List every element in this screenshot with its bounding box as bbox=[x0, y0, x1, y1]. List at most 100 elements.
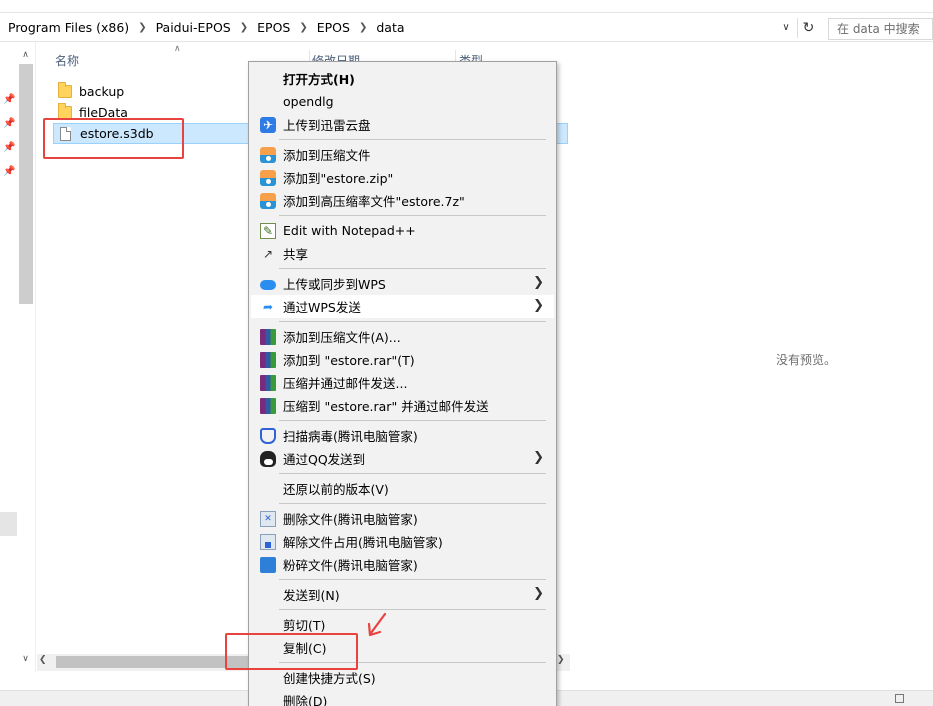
menu-item-label: 创建快捷方式(S) bbox=[283, 671, 376, 686]
menu-item-label: 删除文件(腾讯电脑管家) bbox=[283, 512, 418, 527]
menu-item-virus-scan[interactable]: 扫描病毒(腾讯电脑管家) bbox=[251, 424, 554, 447]
share-icon: ↗ bbox=[262, 247, 274, 261]
wps-cloud-icon bbox=[260, 276, 276, 292]
menu-separator bbox=[279, 579, 546, 580]
menu-item-send-qq[interactable]: 通过QQ发送到 ❯ bbox=[251, 447, 554, 470]
scroll-down-icon[interactable]: ∨ bbox=[17, 654, 34, 668]
menu-item-label: 压缩并通过邮件发送... bbox=[283, 376, 408, 391]
winrar-icon bbox=[260, 375, 276, 391]
notepad-icon: ✎ bbox=[260, 223, 276, 239]
chevron-right-icon: ❯ bbox=[533, 275, 544, 290]
scroll-right-icon[interactable]: ❯ bbox=[557, 655, 565, 665]
breadcrumb-epos-2[interactable]: EPOS bbox=[315, 20, 352, 35]
menu-item-open-with[interactable]: 打开方式(H) bbox=[251, 67, 554, 90]
menu-item-label: 打开方式(H) bbox=[283, 72, 355, 87]
pin-icon[interactable]: 📌 bbox=[3, 94, 15, 106]
pin-icon[interactable]: 📌 bbox=[3, 118, 15, 130]
menu-separator bbox=[279, 321, 546, 322]
menu-item-add-estore-zip[interactable]: 添加到"estore.zip" bbox=[251, 166, 554, 189]
address-bar[interactable]: Program Files (x86) ❯ Paidui-EPOS ❯ EPOS… bbox=[0, 14, 933, 42]
navigation-pane[interactable]: ∧ 📌 📌 📌 📌 ∨ bbox=[0, 42, 36, 672]
menu-item-rar-estore[interactable]: 添加到 "estore.rar"(T) bbox=[251, 348, 554, 371]
menu-item-send-to[interactable]: 发送到(N) ❯ bbox=[251, 583, 554, 606]
menu-item-label: 剪切(T) bbox=[283, 618, 326, 633]
menu-item-xunlei-upload[interactable]: ✈ 上传到迅雷云盘 bbox=[251, 113, 554, 136]
menu-separator bbox=[279, 268, 546, 269]
menu-item-opendlg[interactable]: opendlg bbox=[251, 90, 554, 113]
menu-item-rar-estore-email[interactable]: 压缩到 "estore.rar" 并通过邮件发送 bbox=[251, 394, 554, 417]
menu-item-label: 通过WPS发送 bbox=[283, 300, 361, 315]
menu-separator bbox=[279, 215, 546, 216]
wps-send-icon: ➦ bbox=[262, 300, 274, 314]
menu-item-delete[interactable]: 删除(D) bbox=[251, 689, 554, 706]
menu-item-label: 删除(D) bbox=[283, 694, 328, 706]
scroll-up-icon[interactable]: ∧ bbox=[17, 50, 34, 64]
winrar-icon bbox=[260, 398, 276, 414]
chevron-right-icon[interactable]: ❯ bbox=[233, 22, 255, 33]
zip-icon bbox=[260, 147, 276, 163]
menu-item-add-zip[interactable]: 添加到压缩文件 bbox=[251, 143, 554, 166]
file-name: backup bbox=[79, 84, 125, 99]
menu-item-tencent-delete[interactable]: 删除文件(腾讯电脑管家) bbox=[251, 507, 554, 530]
tencent-unlock-icon bbox=[260, 534, 276, 550]
menu-separator bbox=[279, 420, 546, 421]
refresh-icon[interactable]: ↻ bbox=[797, 18, 819, 38]
menu-item-tencent-unlock[interactable]: 解除文件占用(腾讯电脑管家) bbox=[251, 530, 554, 553]
menu-item-label: 上传到迅雷云盘 bbox=[283, 118, 371, 133]
tencent-shred-icon bbox=[260, 557, 276, 573]
column-header-name[interactable]: 名称 bbox=[55, 52, 79, 72]
chevron-right-icon[interactable]: ❯ bbox=[352, 22, 374, 33]
menu-item-add-estore-7z[interactable]: 添加到高压缩率文件"estore.7z" bbox=[251, 189, 554, 212]
context-menu[interactable]: 打开方式(H) opendlg ✈ 上传到迅雷云盘 添加到压缩文件 添加到"es… bbox=[248, 61, 557, 706]
menu-item-label: 粉碎文件(腾讯电脑管家) bbox=[283, 558, 418, 573]
menu-item-label: 解除文件占用(腾讯电脑管家) bbox=[283, 535, 443, 550]
chevron-right-icon: ❯ bbox=[533, 586, 544, 601]
winrar-icon bbox=[260, 329, 276, 345]
tencent-delete-icon bbox=[260, 511, 276, 527]
menu-separator bbox=[279, 503, 546, 504]
preview-pane: 没有预览。 bbox=[571, 42, 933, 672]
menu-item-label: 共享 bbox=[283, 247, 309, 262]
scroll-left-icon[interactable]: ❮ bbox=[39, 655, 47, 665]
chevron-right-icon[interactable]: ❯ bbox=[292, 22, 314, 33]
menu-item-tencent-shred[interactable]: 粉碎文件(腾讯电脑管家) bbox=[251, 553, 554, 576]
chevron-right-icon: ❯ bbox=[533, 298, 544, 313]
address-history-dropdown-icon[interactable]: ∨ bbox=[779, 20, 793, 36]
winrar-icon bbox=[260, 352, 276, 368]
annotation-arrow-icon bbox=[367, 612, 387, 637]
search-input[interactable]: 在 data 中搜索 bbox=[828, 18, 933, 40]
menu-item-label: 添加到压缩文件 bbox=[283, 148, 371, 163]
menu-separator bbox=[279, 609, 546, 610]
menu-item-label: 扫描病毒(腾讯电脑管家) bbox=[283, 429, 418, 444]
annotation-highlight-file bbox=[43, 118, 184, 159]
menu-item-share[interactable]: ↗ 共享 bbox=[251, 242, 554, 265]
menu-item-label: opendlg bbox=[283, 94, 334, 109]
menu-item-label: 压缩到 "estore.rar" 并通过邮件发送 bbox=[283, 399, 489, 414]
menu-item-restore-versions[interactable]: 还原以前的版本(V) bbox=[251, 477, 554, 500]
menu-item-rar-email[interactable]: 压缩并通过邮件发送... bbox=[251, 371, 554, 394]
annotation-highlight-copy bbox=[225, 633, 358, 670]
chevron-right-icon[interactable]: ❯ bbox=[131, 22, 153, 33]
menu-item-label: Edit with Notepad++ bbox=[283, 223, 416, 238]
breadcrumb-program-files[interactable]: Program Files (x86) bbox=[6, 20, 131, 35]
nav-selected-item[interactable] bbox=[0, 512, 17, 536]
breadcrumb-epos[interactable]: EPOS bbox=[255, 20, 292, 35]
breadcrumb-data[interactable]: data bbox=[374, 20, 406, 35]
sort-ascending-icon: ∧ bbox=[174, 44, 181, 54]
details-view-icon[interactable] bbox=[895, 694, 904, 703]
chevron-right-icon: ❯ bbox=[533, 450, 544, 465]
menu-item-rar-add[interactable]: 添加到压缩文件(A)... bbox=[251, 325, 554, 348]
menu-item-label: 添加到压缩文件(A)... bbox=[283, 330, 401, 345]
menu-item-wps-send[interactable]: ➦ 通过WPS发送 ❯ bbox=[251, 295, 554, 318]
menu-item-label: 还原以前的版本(V) bbox=[283, 482, 389, 497]
pin-icon[interactable]: 📌 bbox=[3, 166, 15, 178]
pin-icon[interactable]: 📌 bbox=[3, 142, 15, 154]
menu-item-label: 添加到 "estore.rar"(T) bbox=[283, 353, 415, 368]
menu-item-label: 通过QQ发送到 bbox=[283, 452, 366, 467]
menu-separator bbox=[279, 473, 546, 474]
menu-item-notepadpp[interactable]: ✎ Edit with Notepad++ bbox=[251, 219, 554, 242]
breadcrumb-paidui-epos[interactable]: Paidui-EPOS bbox=[154, 20, 233, 35]
menu-item-wps-sync[interactable]: 上传或同步到WPS ❯ bbox=[251, 272, 554, 295]
qq-icon bbox=[260, 451, 276, 467]
nav-scrollbar-thumb[interactable] bbox=[19, 64, 33, 304]
